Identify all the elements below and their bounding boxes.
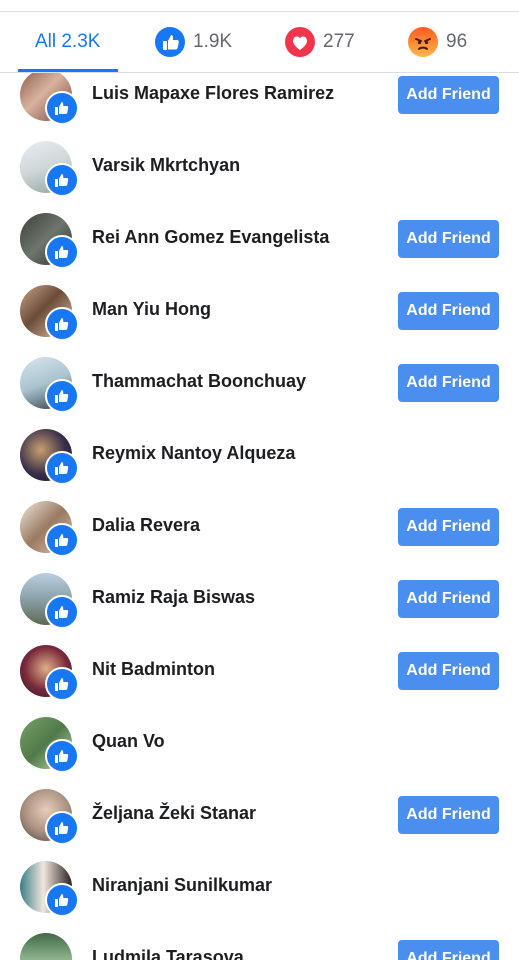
like-badge-icon [45, 883, 79, 917]
list-item[interactable]: Željana Žeki Stanar Add Friend [0, 779, 519, 851]
like-badge-icon [45, 667, 79, 701]
person-name[interactable]: Quan Vo [92, 731, 165, 752]
list-item[interactable]: Quan Vo [0, 707, 519, 779]
like-badge-icon [45, 163, 79, 197]
like-count: 1.9K [193, 31, 233, 52]
add-friend-button[interactable]: Add Friend [398, 508, 499, 546]
like-badge-icon [45, 523, 79, 557]
add-friend-button[interactable]: Add Friend [398, 364, 499, 402]
add-friend-button[interactable]: Add Friend [398, 76, 499, 114]
person-name[interactable]: Ludmila Tarasova [92, 947, 244, 960]
active-tab-indicator [18, 69, 118, 72]
person-name[interactable]: Rei Ann Gomez Evangelista [92, 227, 329, 248]
avatar[interactable] [20, 933, 72, 960]
love-icon [285, 27, 315, 57]
add-friend-button[interactable]: Add Friend [398, 796, 499, 834]
add-friend-button[interactable]: Add Friend [398, 292, 499, 330]
like-badge-icon [45, 235, 79, 269]
like-badge-icon [45, 91, 79, 125]
love-count: 277 [323, 31, 355, 52]
like-badge-icon [45, 307, 79, 341]
like-badge-icon [45, 451, 79, 485]
tab-all-label: All 2.3K [35, 31, 101, 52]
like-icon [155, 27, 185, 57]
list-item[interactable]: Nit Badminton Add Friend [0, 635, 519, 707]
person-name[interactable]: Thammachat Boonchuay [92, 371, 306, 392]
list-item[interactable]: Man Yiu Hong Add Friend [0, 275, 519, 347]
add-friend-button[interactable]: Add Friend [398, 940, 499, 960]
person-name[interactable]: Nit Badminton [92, 659, 215, 680]
like-badge-icon [45, 811, 79, 845]
person-name[interactable]: Niranjani Sunilkumar [92, 875, 272, 896]
reactions-list[interactable]: Luis Mapaxe Flores Ramirez Add Friend Va… [0, 73, 519, 960]
add-friend-button[interactable]: Add Friend [398, 220, 499, 258]
angry-icon [408, 27, 438, 57]
status-divider [0, 0, 519, 12]
list-item[interactable]: Niranjani Sunilkumar [0, 851, 519, 923]
tab-all[interactable]: All 2.3K [35, 12, 100, 72]
tab-love[interactable]: 277 [285, 12, 355, 72]
tab-angry[interactable]: 96 [408, 12, 467, 72]
list-item[interactable]: Thammachat Boonchuay Add Friend [0, 347, 519, 419]
tab-like[interactable]: 1.9K [155, 12, 232, 72]
add-friend-button[interactable]: Add Friend [398, 580, 499, 618]
reaction-tabs: All 2.3K 1.9K 277 96 [0, 12, 519, 73]
person-name[interactable]: Dalia Revera [92, 515, 200, 536]
person-name[interactable]: Ramiz Raja Biswas [92, 587, 255, 608]
list-item[interactable]: Varsik Mkrtchyan [0, 131, 519, 203]
list-item[interactable]: Luis Mapaxe Flores Ramirez Add Friend [0, 73, 519, 131]
like-badge-icon [45, 595, 79, 629]
person-name[interactable]: Željana Žeki Stanar [92, 803, 256, 824]
list-item[interactable]: Dalia Revera Add Friend [0, 491, 519, 563]
add-friend-button[interactable]: Add Friend [398, 652, 499, 690]
like-badge-icon [45, 739, 79, 773]
list-item[interactable]: Ludmila Tarasova Add Friend [0, 923, 519, 960]
like-badge-icon [45, 379, 79, 413]
list-item[interactable]: Reymix Nantoy Alqueza [0, 419, 519, 491]
person-name[interactable]: Luis Mapaxe Flores Ramirez [92, 83, 334, 104]
person-name[interactable]: Reymix Nantoy Alqueza [92, 443, 295, 464]
list-item[interactable]: Rei Ann Gomez Evangelista Add Friend [0, 203, 519, 275]
person-name[interactable]: Varsik Mkrtchyan [92, 155, 240, 176]
person-name[interactable]: Man Yiu Hong [92, 299, 211, 320]
list-item[interactable]: Ramiz Raja Biswas Add Friend [0, 563, 519, 635]
angry-count: 96 [446, 31, 468, 52]
